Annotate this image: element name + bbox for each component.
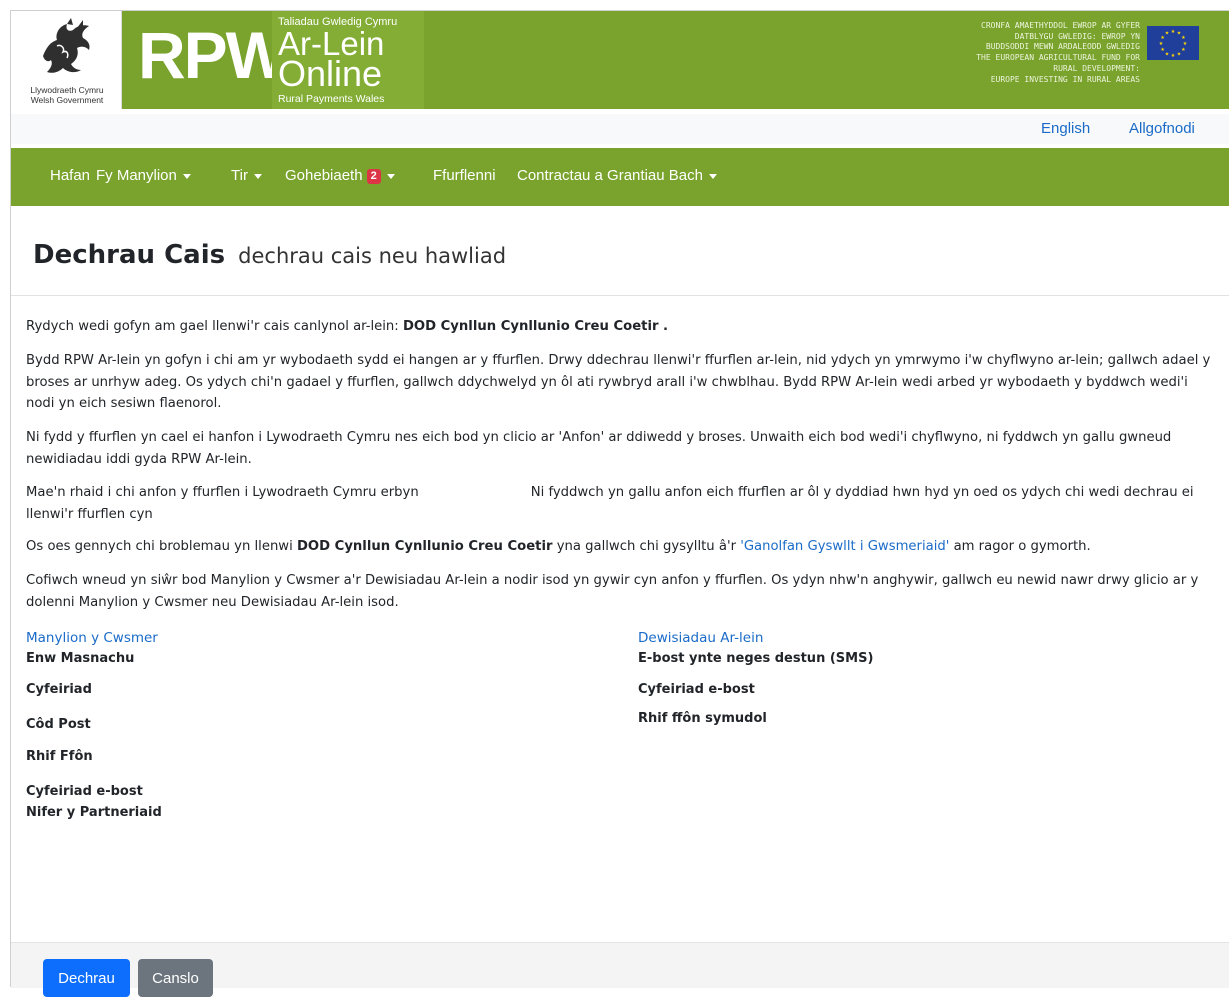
chevron-down-icon [253,173,262,179]
nav-item-contracts-grants[interactable]: Contractau a Grantiau Bach [517,167,717,184]
deadline-paragraph: Mae'n rhaid i chi anfon y ffurflen i Lyw… [26,482,1216,525]
nav-label: Ffurflenni [433,167,496,184]
divider [11,295,1229,296]
info-paragraph: Bydd RPW Ar-lein yn gofyn i chi am yr wy… [26,353,1211,411]
unread-count-badge: 2 [366,168,381,184]
welsh-government-logo[interactable]: Llywodraeth Cymru Welsh Government [11,11,122,109]
cancel-button[interactable]: Canslo [138,959,213,997]
eu-text-line: CRONFA AMAETHYDDOL EWROP AR GYFER [981,21,1140,30]
svg-text:★: ★ [1159,41,1164,47]
check-details-paragraph: Cofiwch wneud yn siŵr bod Manylion y Cws… [26,573,1199,610]
rpw-online-logo[interactable]: Taliadau Gwledig Cymru Ar-Lein Online Ru… [272,11,424,109]
help-text: yna gallwch chi gysylltu â'r [552,539,741,554]
eu-text-line: RURAL DEVELOPMENT: [1053,63,1140,73]
page-title-text: Dechrau Cais [33,240,226,270]
rpw-wordmark[interactable]: RPW [138,20,288,90]
nav-label: Tir [231,167,248,184]
nav-label: Fy Manylion [96,167,177,184]
contact-centre-link[interactable]: 'Ganolfan Gyswllt i Gwsmeriaid' [740,539,949,554]
email-label: Cyfeiriad e-bost [26,784,143,799]
preference-email-label: Cyfeiriad e-bost [638,682,755,697]
online-logo-bottom-text: Rural Payments Wales [278,93,385,105]
nav-label: Hafan [50,167,91,184]
eu-text-line: BUDDSODDI MEWN ARDALEODD GWLEDIG [985,42,1140,52]
start-button[interactable]: Dechrau [43,959,130,997]
chevron-down-icon [182,173,191,179]
help-text: Os oes gennych chi broblemau yn llenwi [26,539,297,554]
help-text: am ragor o gymorth. [949,539,1091,554]
page-subtitle: dechrau cais neu hawliad [238,244,507,268]
welsh-government-name: Llywodraeth Cymru Welsh Government [17,85,117,105]
intro-paragraph: Rydych wedi gofyn am gael llenwi'r cais … [26,316,1216,338]
chevron-down-icon [386,173,395,179]
eu-text-line: THE EUROPEAN AGRICULTURAL FUND FOR [976,53,1140,63]
svg-text:★: ★ [1165,51,1170,57]
svg-text:★: ★ [1171,29,1176,35]
postcode-label: Côd Post [26,717,91,732]
partner-count-label: Nifer y Partneriaid [26,805,162,820]
phone-label: Rhif Ffôn [26,749,93,764]
intro-text: Rydych wedi gofyn am gael llenwi'r cais … [26,319,403,334]
svg-text:★: ★ [1181,47,1186,53]
trading-name-label: Enw Masnachu [26,651,135,666]
scheme-name: DOD Cynllun Cynllunio Creu Coetir [296,539,553,554]
logout-link[interactable]: Allgofnodi [1129,120,1195,137]
nav-label: Contractau a Grantiau Bach [517,167,703,184]
nav-item-forms[interactable]: Ffurflenni [433,167,496,184]
wg-name-welsh: Llywodraeth Cymru [30,85,104,95]
nav-item-home[interactable]: Hafan [50,167,90,184]
online-logo-online: Online [278,53,383,94]
nav-item-correspondence[interactable]: Gohebiaeth 2 [285,167,395,184]
online-preferences-link[interactable]: Dewisiadau Ar-lein [638,630,763,646]
contact-method-label: E-bost ynte neges destun (SMS) [638,651,874,666]
eu-flag-icon: ★ ★ ★ ★ ★ ★ ★ ★ ★ ★ ★ ★ [1147,26,1199,60]
svg-text:★: ★ [1160,47,1165,53]
svg-text:★: ★ [1171,53,1176,59]
eu-stars-icon: ★ ★★ ★★★ ★★★ ★★★ [1159,29,1188,59]
nav-item-land[interactable]: Tir [231,167,262,184]
mobile-phone-label: Rhif ffôn symudol [638,711,767,726]
customer-details-link[interactable]: Manylion y Cwsmer [26,630,158,646]
language-toggle-link[interactable]: English [1041,120,1090,137]
nav-item-my-details[interactable]: Fy Manylion [96,167,191,184]
main-navbar: Hafan Fy Manylion Tir Gohebiaeth 2 Ffurfl… [11,148,1229,206]
svg-text:★: ★ [1165,31,1170,37]
page-title: Dechrau Cais dechrau cais neu hawliad [33,240,506,270]
dragon-icon [43,18,90,73]
top-link-bar: English Allgofnodi [11,114,1229,144]
address-label: Cyfeiriad [26,682,92,697]
nav-label: Gohebiaeth [285,167,363,184]
submission-paragraph: Ni fydd y ffurflen yn cael ei hanfon i L… [26,430,1172,467]
eu-text-line: EUROPE INVESTING IN RURAL AREAS [990,74,1140,84]
help-paragraph: Os oes gennych chi broblemau yn llenwi D… [26,536,1216,558]
scheme-name: DOD Cynllun Cynllunio Creu Coetir . [402,319,669,334]
svg-text:★: ★ [1177,51,1182,57]
eu-text-line: DATBLYGU GWLEDIG: EWROP YN [1014,31,1140,41]
deadline-text: Mae'n rhaid i chi anfon y ffurflen i Lyw… [26,485,419,500]
chevron-down-icon [708,173,717,179]
wg-name-english: Welsh Government [30,95,104,105]
eu-funding-statement: CRONFA AMAETHYDDOL EWROP AR GYFER DATBLY… [976,21,1140,85]
